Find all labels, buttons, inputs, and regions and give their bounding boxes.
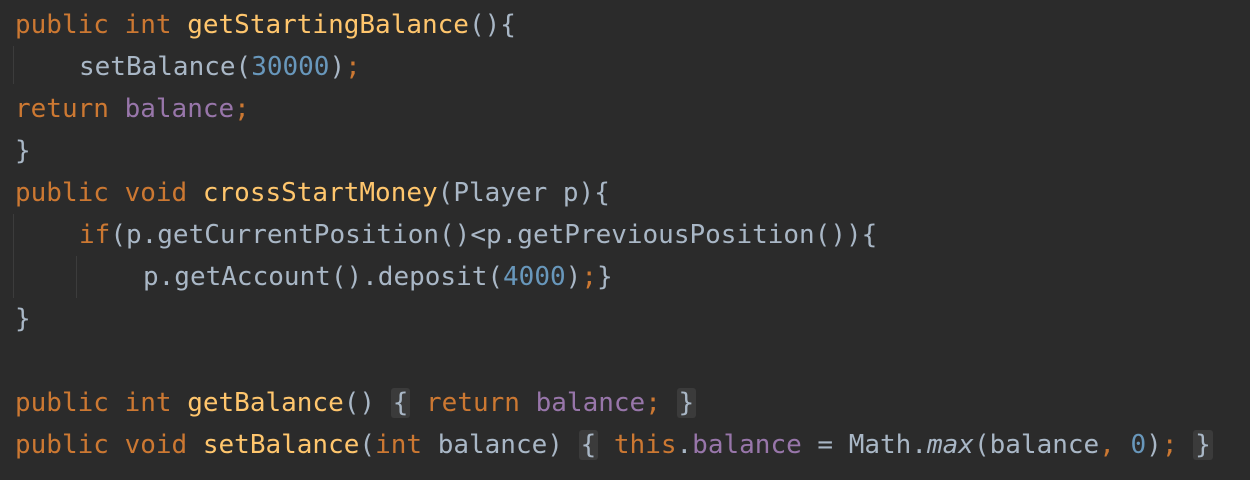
keyword: void <box>124 430 188 460</box>
number-literal: 0 <box>1130 430 1147 460</box>
code-line-7: p.getAccount().deposit(4000);} <box>15 256 613 298</box>
keyword: public <box>15 388 109 418</box>
semicolon: ; <box>645 388 661 418</box>
method-name: getStartingBalance <box>187 10 469 40</box>
folded-brace-close[interactable]: } <box>1193 430 1213 460</box>
keyword: int <box>375 430 423 460</box>
keyword: if <box>79 220 111 250</box>
folded-brace-close[interactable]: } <box>676 388 697 418</box>
semicolon: ; <box>345 52 361 82</box>
comma: , <box>1099 430 1115 460</box>
code-line-5: public void crossStartMoney(Player p){ <box>15 172 610 214</box>
keyword: public <box>15 430 109 460</box>
keyword: public <box>15 178 109 208</box>
keyword: int <box>124 388 172 418</box>
method-name: setBalance <box>202 430 360 460</box>
code-line-4: } <box>15 130 31 172</box>
code-line-2: setBalance(30000); <box>15 46 361 88</box>
semicolon: ; <box>1161 430 1178 460</box>
code-text: } <box>15 136 31 166</box>
code-text: ) <box>1146 430 1162 460</box>
code-text: } <box>596 262 613 292</box>
code-text: (balance <box>973 430 1100 460</box>
field-name: balance <box>692 430 802 460</box>
static-method: max <box>926 430 974 460</box>
method-name: crossStartMoney <box>202 178 438 208</box>
method-name: getBalance <box>187 388 344 418</box>
keyword: void <box>124 178 188 208</box>
number-literal: 30000 <box>251 52 330 82</box>
code-line-3: return balance; <box>15 88 250 130</box>
folded-brace-open[interactable]: { <box>578 430 599 460</box>
code-editor[interactable]: public int getStartingBalance(){ setBala… <box>0 0 1250 480</box>
keyword: int <box>124 10 172 40</box>
keyword: return <box>426 388 520 418</box>
field-name: balance <box>124 94 235 124</box>
semicolon: ; <box>581 262 597 292</box>
code-line-10: public int getBalance() { return balance… <box>15 382 697 424</box>
indent-guide <box>13 46 14 84</box>
code-line-1: public int getStartingBalance(){ <box>15 4 516 46</box>
code-text: ) <box>565 262 582 292</box>
keyword: this <box>613 430 677 460</box>
code-line-11: public void setBalance(int balance) { th… <box>15 424 1213 466</box>
keyword: return <box>15 94 109 124</box>
code-text: setBalance( <box>79 52 252 82</box>
code-text: } <box>15 304 31 334</box>
folded-brace-open[interactable]: { <box>390 388 411 418</box>
code-line-6: if(p.getCurrentPosition()<p.getPreviousP… <box>15 214 877 256</box>
code-text: (){ <box>468 10 516 40</box>
code-line-8: } <box>15 298 31 340</box>
number-literal: 4000 <box>503 262 566 292</box>
code-text: ( <box>359 430 376 460</box>
code-text: ) <box>329 52 346 82</box>
code-text: p.getAccount().deposit( <box>143 262 504 292</box>
field-name: balance <box>535 388 646 418</box>
semicolon: ; <box>234 94 250 124</box>
code-text: (p.getCurrentPosition()<p.getPreviousPos… <box>110 220 878 250</box>
code-text: = Math. <box>801 430 927 460</box>
code-text: . <box>676 430 693 460</box>
indent-guide <box>13 214 14 298</box>
keyword: public <box>15 10 109 40</box>
parameter: balance) <box>437 430 563 460</box>
code-text: () <box>343 388 376 418</box>
code-text: (Player p){ <box>437 178 610 208</box>
